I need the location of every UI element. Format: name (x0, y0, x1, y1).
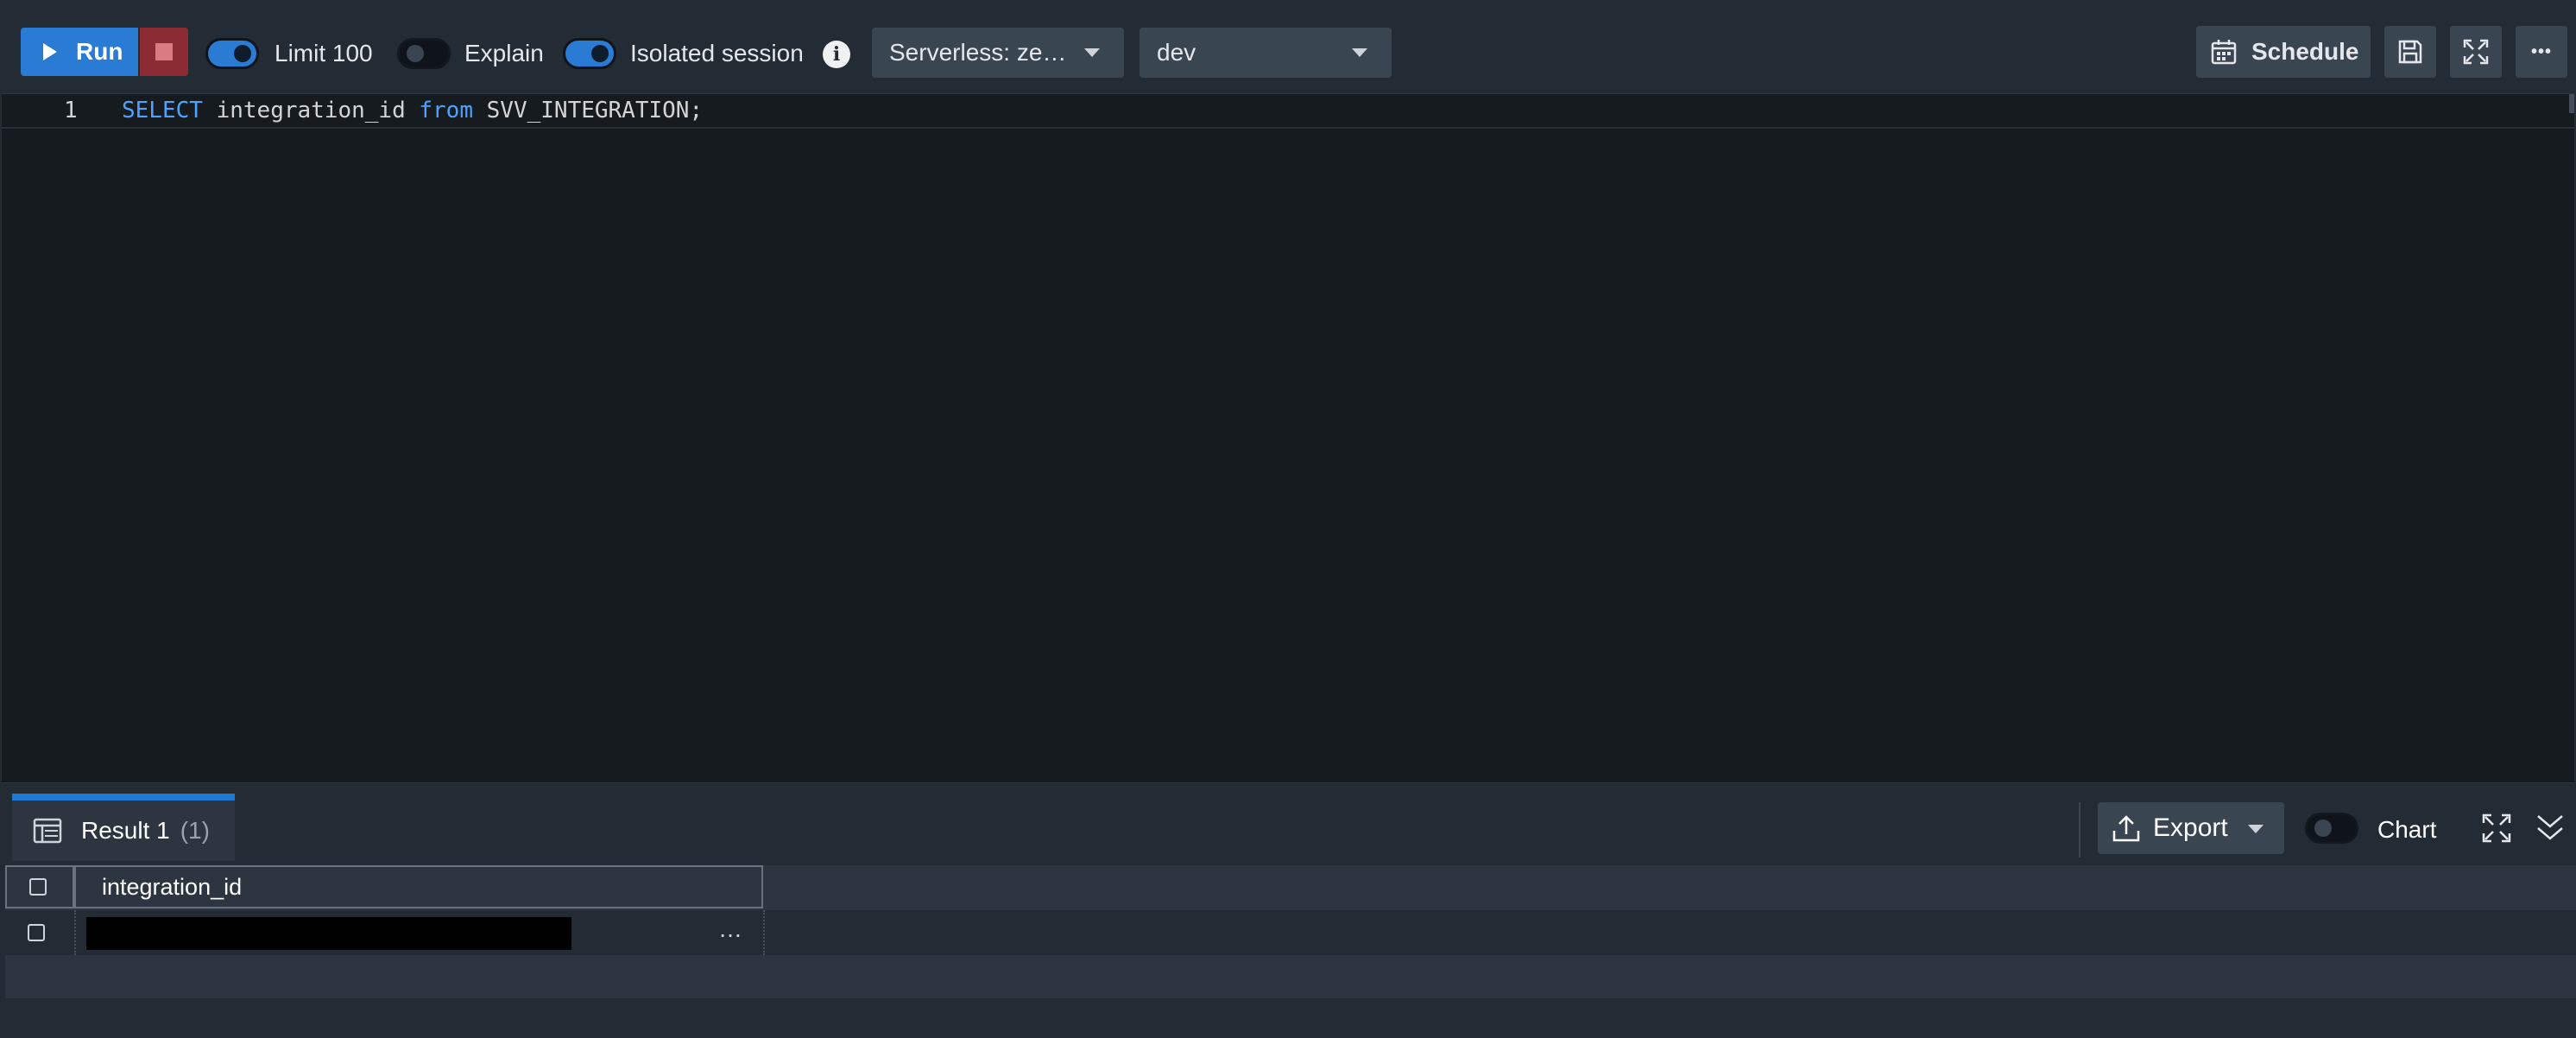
results-grid: integration_id … (5, 865, 2576, 1038)
save-button[interactable] (2384, 26, 2436, 78)
limit-toggle[interactable] (205, 38, 259, 69)
select-all-cell (5, 865, 74, 908)
explain-toggle[interactable] (397, 38, 451, 69)
schedule-label: Schedule (2251, 38, 2359, 65)
sql-keyword: SELECT (122, 98, 203, 123)
stop-button[interactable] (140, 28, 188, 76)
row-checkbox[interactable] (28, 924, 45, 941)
expand-results-icon[interactable] (2481, 813, 2512, 844)
result-row-count: (1) (180, 817, 210, 844)
grid-header-row: integration_id (5, 865, 2576, 910)
table-icon (33, 818, 62, 844)
sql-editor[interactable]: 1 SELECT integration_id from SVV_INTEGRA… (2, 93, 2574, 783)
sql-text: SVV_INTEGRATION; (473, 98, 704, 123)
tab-result-1[interactable]: Result 1 (1) (12, 794, 235, 861)
run-button[interactable]: Run (21, 28, 138, 76)
isolated-session-toggle[interactable] (563, 38, 616, 69)
workgroup-value: Serverless: ze… (889, 39, 1067, 66)
editor-scrollbar[interactable] (2569, 94, 2574, 113)
upload-icon (2112, 815, 2140, 842)
result-tab-label: Result 1 (81, 817, 170, 844)
redacted-cell-value (86, 917, 571, 950)
more-icon: ••• (2530, 41, 2552, 61)
query-toolbar: Run Limit 100 Explain Isolated session i… (0, 0, 2576, 93)
empty-row (5, 955, 2576, 998)
line-number: 1 (64, 98, 78, 123)
limit-label: Limit 100 (275, 40, 373, 66)
collapse-results-icon[interactable] (2535, 813, 2566, 844)
fullscreen-button[interactable] (2450, 26, 2502, 78)
export-label: Export (2153, 813, 2228, 842)
sql-text: integration_id (202, 98, 420, 123)
schedule-button[interactable]: Schedule (2196, 26, 2371, 78)
expand-icon (2463, 39, 2489, 65)
column-header-integration-id[interactable]: integration_id (74, 865, 763, 908)
code-line[interactable]: SELECT integration_id from SVV_INTEGRATI… (122, 98, 703, 123)
isolated-session-label: Isolated session (630, 40, 804, 66)
calendar-icon (2211, 40, 2237, 65)
select-all-checkbox[interactable] (29, 878, 47, 896)
stop-icon (155, 43, 173, 60)
chevron-down-icon (1084, 48, 1100, 57)
workgroup-select[interactable]: Serverless: ze… (872, 28, 1124, 78)
more-actions-button[interactable]: ••• (2516, 26, 2567, 78)
save-icon (2398, 40, 2422, 64)
chevron-down-icon (2248, 825, 2263, 833)
explain-label: Explain (464, 40, 544, 66)
cell-overflow-icon[interactable]: … (718, 915, 742, 943)
results-header: Result 1 (1) Export Chart (0, 782, 2576, 866)
chart-label: Chart (2377, 816, 2437, 843)
database-select[interactable]: dev (1140, 28, 1392, 78)
chart-toggle[interactable] (2305, 813, 2358, 844)
divider (2079, 802, 2080, 858)
chevron-down-icon (1352, 48, 1367, 57)
play-icon (43, 43, 57, 60)
table-row[interactable]: … (5, 910, 2576, 955)
run-label: Run (76, 38, 123, 65)
database-value: dev (1157, 39, 1196, 66)
sql-keyword: from (419, 98, 473, 123)
info-icon[interactable]: i (823, 41, 850, 68)
export-button[interactable]: Export (2098, 802, 2284, 854)
